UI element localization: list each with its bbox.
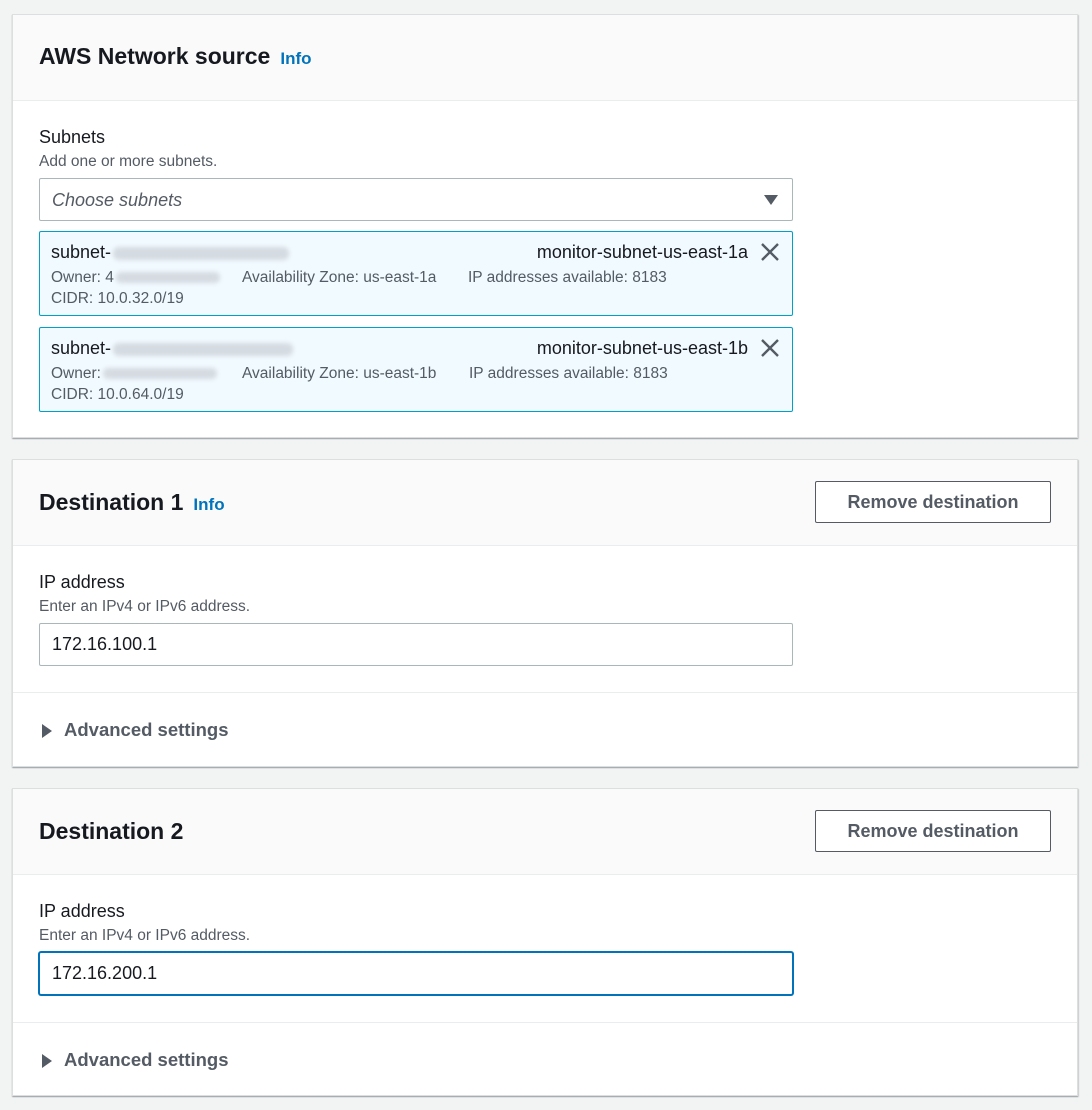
subnets-label: Subnets [39,127,106,147]
caret-right-icon [42,1054,52,1068]
close-icon[interactable] [758,336,782,360]
destination-2-ip-label: IP address [39,901,125,921]
divider [13,692,1077,693]
subnets-select[interactable]: Choose subnets [39,178,793,221]
destination-1-title-text: Destination 1 [39,489,184,515]
subnet-token-name: monitor-subnet-us-east-1b [536,338,748,358]
destination-1-title: Destination 1 Info [39,489,225,516]
caret-down-icon [764,195,778,205]
destination-1-ip-label: IP address [39,572,125,592]
subnet-availability-zone: Availability Zone: us-east-1b [242,365,437,382]
subnet-owner: Owner: [51,365,217,383]
destination-2-ip-description: Enter an IPv4 or IPv6 address. [39,927,251,944]
destination-1-header: Destination 1 Info Remove destination [13,460,1077,546]
destination-1-ip-description: Enter an IPv4 or IPv6 address. [39,598,251,615]
subnet-ip-available: IP addresses available: 8183 [468,269,667,286]
remove-destination-2-button[interactable]: Remove destination [815,810,1051,852]
remove-destination-1-button[interactable]: Remove destination [815,481,1051,523]
close-icon[interactable] [758,240,782,264]
subnet-ip-available: IP addresses available: 8183 [469,365,668,382]
destination-2-ip-input[interactable] [39,952,793,995]
redacted-owner-id [115,272,220,284]
network-source-info-link[interactable]: Info [280,49,311,68]
network-source-header: AWS Network source Info [13,15,1077,101]
destination-2-panel: Destination 2 Remove destination IP addr… [12,788,1078,1096]
subnet-token: subnet- monitor-subnet-us-east-1b Owner:… [39,327,793,412]
redacted-owner-id [102,368,217,380]
destination-1-ip-input[interactable] [39,623,793,666]
subnet-id-prefix: subnet- [51,242,112,262]
destination-2-title: Destination 2 [39,818,184,844]
subnet-owner-label: Owner: 4 [51,269,114,286]
divider [13,1022,1077,1023]
caret-right-icon [42,724,52,738]
network-source-panel: AWS Network source Info Subnets Add one o… [12,14,1078,438]
subnet-owner-label: Owner: [51,365,101,382]
subnets-select-placeholder: Choose subnets [52,190,183,210]
subnet-token-id: subnet- [51,242,290,263]
advanced-settings-label: Advanced settings [64,1049,229,1070]
destination-1-panel: Destination 1 Info Remove destination IP … [12,459,1078,767]
subnet-token: subnet- monitor-subnet-us-east-1a Owner:… [39,231,793,316]
destination-2-header: Destination 2 Remove destination [13,789,1077,875]
subnet-cidr: CIDR: 10.0.32.0/19 [51,290,184,307]
advanced-settings-label: Advanced settings [64,719,229,740]
subnet-owner: Owner: 4 [51,269,220,287]
subnet-availability-zone: Availability Zone: us-east-1a [242,269,437,286]
subnet-token-id: subnet- [51,338,294,359]
subnets-description: Add one or more subnets. [39,153,218,170]
network-source-title-text: AWS Network source [39,43,271,69]
subnet-id-prefix: subnet- [51,338,112,358]
network-source-title: AWS Network source Info [39,43,312,70]
subnet-token-name: monitor-subnet-us-east-1a [536,242,748,262]
subnet-cidr: CIDR: 10.0.64.0/19 [51,386,184,403]
redacted-subnet-id [113,246,290,260]
redacted-subnet-id [113,342,294,356]
destination-1-info-link[interactable]: Info [193,495,224,514]
